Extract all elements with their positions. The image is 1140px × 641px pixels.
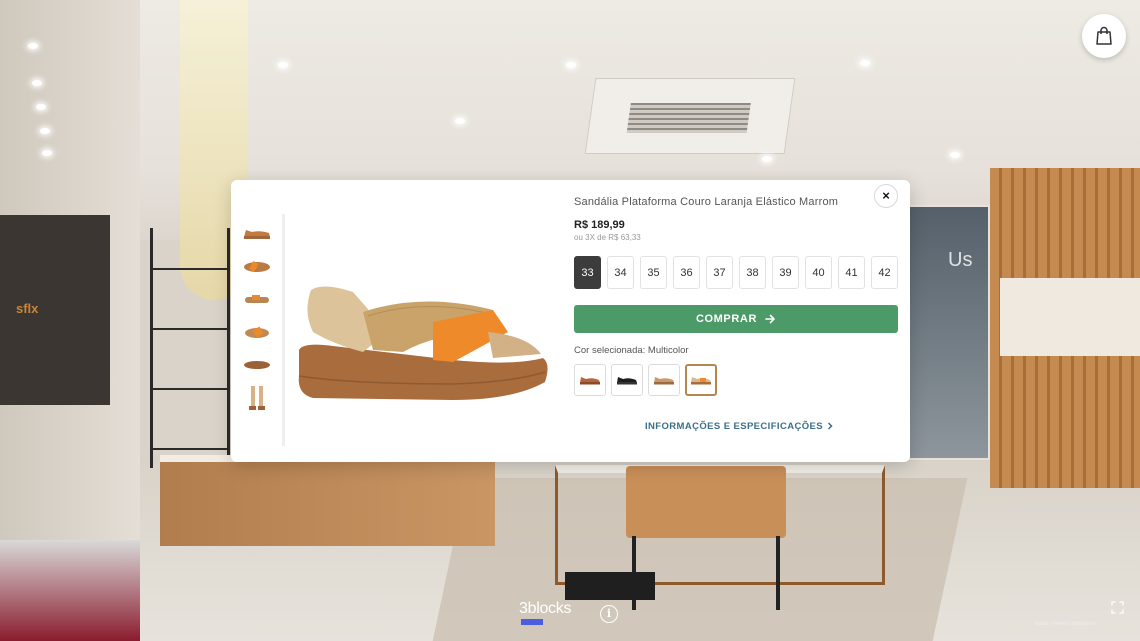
ceiling-light	[28, 43, 38, 49]
chevron-right-icon	[828, 422, 833, 430]
size-option[interactable]: 39	[772, 256, 799, 289]
ceiling-light	[566, 62, 576, 68]
leather-stool	[626, 466, 786, 538]
thumbnail-top-view[interactable]	[237, 249, 277, 282]
wall-niche	[1000, 278, 1140, 356]
buy-button[interactable]: COMPRAR	[574, 305, 898, 333]
shoe-shelf	[150, 228, 230, 468]
thumbnail-front-view[interactable]	[237, 282, 277, 315]
left-store-sign-wall: sflx	[0, 215, 110, 405]
size-option[interactable]: 35	[640, 256, 667, 289]
thumbnail-side-view[interactable]	[237, 216, 277, 249]
display-stand	[565, 572, 655, 600]
ceiling-light	[950, 152, 960, 158]
ceiling-light	[42, 150, 52, 156]
size-selector: 33 34 35 36 37 38 39 40 41 42	[574, 256, 898, 289]
ceiling-light	[36, 104, 46, 110]
size-option[interactable]: 41	[838, 256, 865, 289]
footer-links[interactable]: Ajuda | Termos | Matterport	[1035, 621, 1095, 627]
product-info-link[interactable]: INFORMAÇÕES E ESPECIFICAÇÕES	[645, 421, 833, 432]
shop-window: Us	[908, 205, 990, 460]
product-quick-view-modal: × Sandália Plataforma Couro Laranja Elás…	[231, 180, 910, 462]
color-swatch-tan[interactable]	[648, 364, 680, 396]
thumbnail-sole-view[interactable]	[237, 348, 277, 381]
color-swatch-brown[interactable]	[574, 364, 606, 396]
color-swatch-black[interactable]	[611, 364, 643, 396]
product-image	[298, 286, 548, 400]
thumbnail-list	[237, 216, 277, 414]
display-counter	[160, 462, 495, 546]
arrow-right-icon	[765, 314, 775, 324]
product-price: R$ 189,99	[574, 219, 625, 231]
color-swatch-multicolor[interactable]	[685, 364, 717, 396]
ceiling-light	[40, 128, 50, 134]
shopping-bag-icon	[1096, 26, 1112, 45]
ceiling-light	[278, 62, 288, 68]
installment-text: ou 3X de R$ 63,33	[574, 233, 641, 242]
thumbnail-pair-view[interactable]	[237, 381, 277, 414]
sandal-display	[0, 540, 140, 641]
brand-logo-bar	[521, 619, 543, 625]
ceiling-light	[455, 118, 465, 124]
ceiling-light	[32, 80, 42, 86]
product-title: Sandália Plataforma Couro Laranja Elásti…	[574, 196, 839, 208]
ceiling-light	[860, 60, 870, 66]
size-option[interactable]: 34	[607, 256, 634, 289]
size-option[interactable]: 36	[673, 256, 700, 289]
thumbnail-divider	[282, 214, 285, 446]
buy-button-label: COMPRAR	[695, 313, 758, 325]
color-swatches	[574, 364, 717, 396]
fullscreen-icon[interactable]	[1111, 601, 1124, 614]
thumbnail-back-view[interactable]	[237, 315, 277, 348]
selected-color-label: Cor selecionada: Multicolor	[574, 345, 689, 356]
brand-logo[interactable]: 3blocks	[519, 600, 571, 618]
info-button[interactable]: i	[600, 605, 618, 623]
size-option[interactable]: 37	[706, 256, 733, 289]
ceiling-light	[762, 156, 772, 162]
air-conditioner	[584, 78, 796, 154]
size-option[interactable]: 33	[574, 256, 601, 289]
shopping-bag-button[interactable]	[1082, 14, 1126, 58]
close-button[interactable]: ×	[874, 184, 898, 208]
product-info-link-label: INFORMAÇÕES E ESPECIFICAÇÕES	[645, 421, 823, 432]
size-option[interactable]: 38	[739, 256, 766, 289]
size-option[interactable]: 42	[871, 256, 898, 289]
size-option[interactable]: 40	[805, 256, 832, 289]
